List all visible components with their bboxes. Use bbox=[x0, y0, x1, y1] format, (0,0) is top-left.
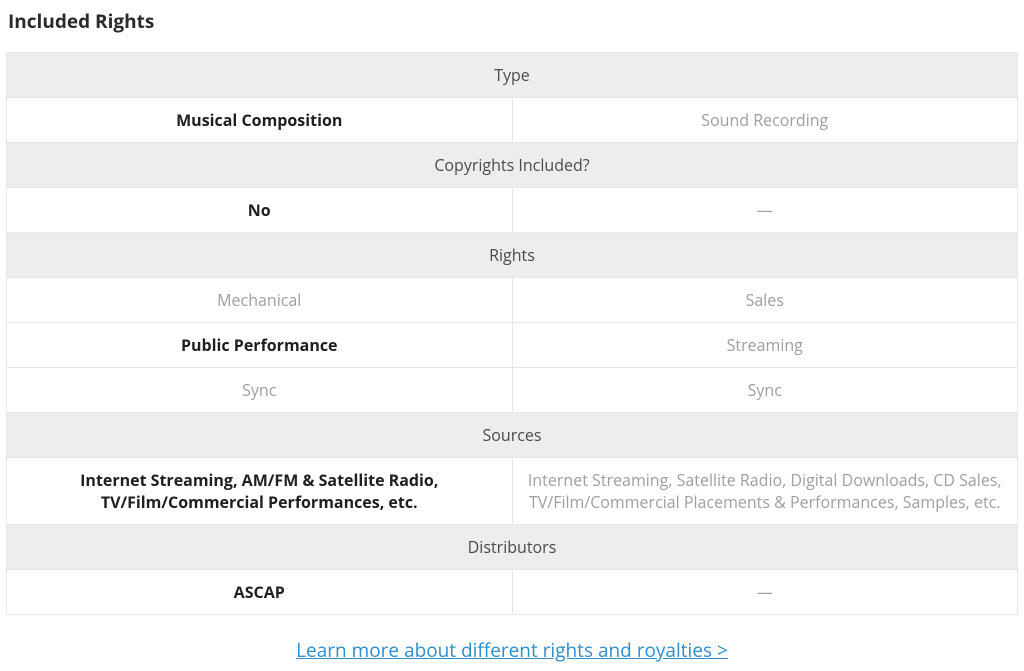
table-row: Internet Streaming, AM/FM & Satellite Ra… bbox=[7, 458, 1018, 525]
cell-right: — bbox=[512, 188, 1018, 233]
included-rights-table: Type Musical Composition Sound Recording… bbox=[6, 52, 1018, 615]
cell-left: Mechanical bbox=[7, 278, 513, 323]
group-header-row: Copyrights Included? bbox=[7, 143, 1018, 188]
cell-left: No bbox=[7, 188, 513, 233]
learn-more-wrap: Learn more about different rights and ro… bbox=[6, 637, 1018, 663]
table-row: Sync Sync bbox=[7, 368, 1018, 413]
group-header: Distributors bbox=[7, 525, 1018, 570]
section-title: Included Rights bbox=[8, 8, 1018, 34]
cell-right: Internet Streaming, Satellite Radio, Dig… bbox=[512, 458, 1018, 525]
group-header: Rights bbox=[7, 233, 1018, 278]
table-row: No — bbox=[7, 188, 1018, 233]
group-header: Copyrights Included? bbox=[7, 143, 1018, 188]
group-header-row: Sources bbox=[7, 413, 1018, 458]
group-header: Sources bbox=[7, 413, 1018, 458]
cell-right: Sound Recording bbox=[512, 98, 1018, 143]
cell-right: Streaming bbox=[512, 323, 1018, 368]
group-header-row: Type bbox=[7, 53, 1018, 98]
cell-left: Musical Composition bbox=[7, 98, 513, 143]
cell-left: Sync bbox=[7, 368, 513, 413]
group-header-row: Rights bbox=[7, 233, 1018, 278]
cell-left: ASCAP bbox=[7, 570, 513, 615]
table-row: Public Performance Streaming bbox=[7, 323, 1018, 368]
learn-more-link[interactable]: Learn more about different rights and ro… bbox=[296, 637, 728, 663]
table-row: Musical Composition Sound Recording bbox=[7, 98, 1018, 143]
group-header: Type bbox=[7, 53, 1018, 98]
cell-left: Public Performance bbox=[7, 323, 513, 368]
cell-right: Sales bbox=[512, 278, 1018, 323]
group-header-row: Distributors bbox=[7, 525, 1018, 570]
table-row: ASCAP — bbox=[7, 570, 1018, 615]
cell-right: Sync bbox=[512, 368, 1018, 413]
cell-right: — bbox=[512, 570, 1018, 615]
table-row: Mechanical Sales bbox=[7, 278, 1018, 323]
cell-left: Internet Streaming, AM/FM & Satellite Ra… bbox=[7, 458, 513, 525]
